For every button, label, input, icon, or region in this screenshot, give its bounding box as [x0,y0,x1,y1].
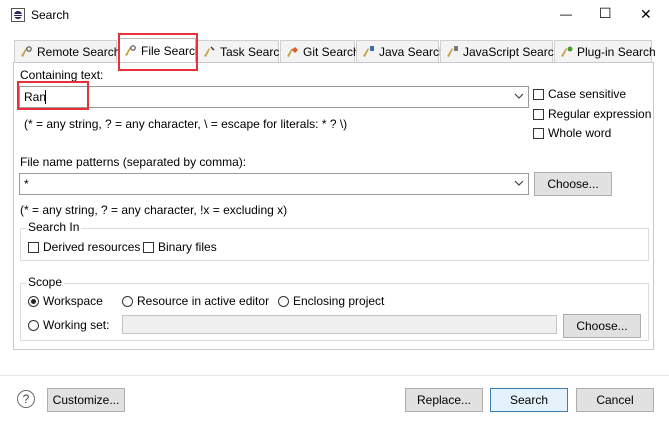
file-patterns-hint: (* = any string, ? = any character, !x =… [20,203,288,217]
footer-divider [0,375,669,376]
highlight-file-search-tab [118,33,198,71]
tab-label: Plug-in Search [577,44,656,59]
task-search-icon [202,45,216,59]
tab-label: Git Search [303,44,360,59]
search-button[interactable]: Search [490,388,568,412]
help-icon[interactable]: ? [17,390,35,408]
workspace-radio[interactable]: Workspace [28,294,103,308]
minimize-button[interactable]: — [560,7,572,21]
radio-button[interactable] [122,295,133,307]
highlight-containing-text [17,81,89,110]
radio-button[interactable] [28,319,39,331]
search-in-label: Search In [26,220,82,234]
file-patterns-combo[interactable]: * [19,173,529,195]
regular-expression-checkbox[interactable]: Regular expression [533,107,651,121]
tab-javascript-search[interactable]: JavaScript Search [440,40,560,62]
choose-patterns-button[interactable]: Choose... [534,172,612,196]
replace-button[interactable]: Replace... [405,388,483,412]
active-editor-radio[interactable]: Resource in active editor [122,294,269,308]
enclosing-project-radio[interactable]: Enclosing project [278,294,384,308]
maximize-button[interactable]: ☐ [599,5,612,22]
git-search-icon [285,45,299,59]
working-set-radio[interactable]: Working set: [28,318,109,332]
javascript-search-icon [445,45,459,59]
scope-label: Scope [26,275,65,289]
tab-label: Task Search [220,44,287,59]
chevron-down-icon[interactable] [514,91,524,101]
checkbox-box[interactable] [143,241,154,253]
file-patterns-label: File name patterns (separated by comma): [20,155,247,169]
plugin-search-icon [559,45,573,59]
cancel-button[interactable]: Cancel [576,388,654,412]
tab-label: JavaScript Search [463,44,561,59]
tab-remote-search[interactable]: Remote Search [14,40,121,62]
derived-resources-checkbox[interactable]: Derived resources [28,240,140,254]
chevron-down-icon[interactable] [514,178,524,188]
tab-task-search[interactable]: Task Search [197,40,286,62]
working-set-field [122,315,557,334]
containing-text-hint: (* = any string, ? = any character, \ = … [24,117,348,131]
binary-files-checkbox[interactable]: Binary files [143,240,217,254]
checkbox-box[interactable] [533,108,544,120]
tab-label: Remote Search [37,44,121,59]
file-patterns-value[interactable]: * [24,177,29,191]
title-bar: Search — ☐ ✕ [0,0,669,30]
tab-label: Java Search [379,44,446,59]
containing-text-combo[interactable]: Ran [19,86,529,108]
radio-selected[interactable] [28,295,39,307]
tab-java-search[interactable]: Java Search [356,40,446,62]
containing-text-label: Containing text: [20,68,104,82]
checkbox-box[interactable] [533,127,544,139]
choose-working-set-button[interactable]: Choose... [563,314,641,338]
checkbox-box[interactable] [533,88,544,100]
tab-plugin-search[interactable]: Plug-in Search [554,40,656,62]
radio-button[interactable] [278,295,289,307]
customize-button[interactable]: Customize... [47,388,125,412]
tab-git-search[interactable]: Git Search [280,40,360,62]
eclipse-app-icon [11,8,25,22]
close-button[interactable]: ✕ [640,6,652,23]
checkbox-box[interactable] [28,241,39,253]
java-search-icon [361,45,375,59]
window-title: Search [31,8,70,22]
case-sensitive-checkbox[interactable]: Case sensitive [533,87,626,101]
whole-word-checkbox[interactable]: Whole word [533,126,611,140]
remote-search-icon [19,45,33,59]
